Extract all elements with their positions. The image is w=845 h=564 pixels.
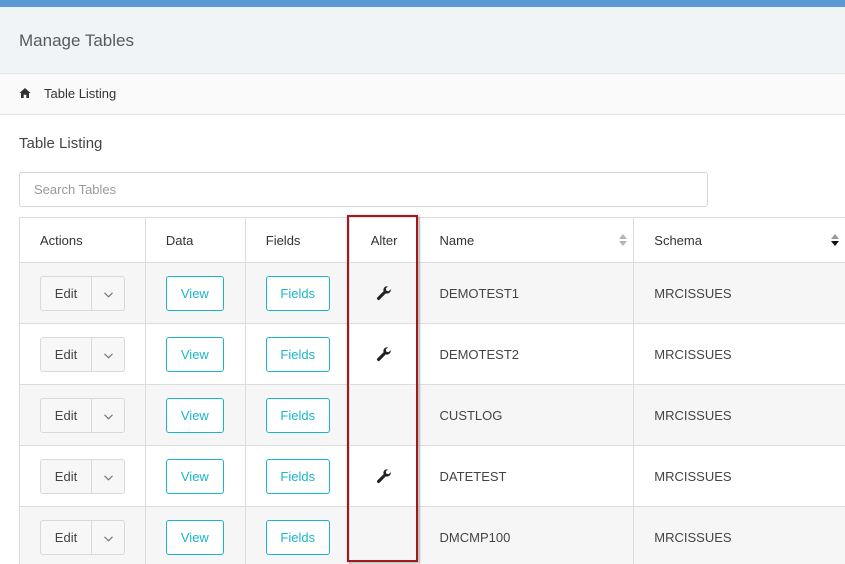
edit-button[interactable]: Edit <box>41 520 92 554</box>
page-title: Manage Tables <box>19 31 134 50</box>
table-row: Edit View Fields DEMOTEST1 MRCISSUES <box>20 263 845 324</box>
chevron-down-icon <box>103 286 113 301</box>
alter-cell <box>350 263 420 323</box>
actions-cell: Edit <box>20 263 146 323</box>
edit-dropdown-toggle[interactable] <box>92 460 124 493</box>
column-header-actions: Actions <box>20 218 146 262</box>
table-schema: MRCISSUES <box>654 468 732 484</box>
section-title: Table Listing <box>19 135 103 152</box>
wrench-icon[interactable] <box>376 346 392 362</box>
fields-cell: Fields <box>246 507 350 564</box>
edit-dropdown-toggle[interactable] <box>92 521 124 554</box>
table-header-row: Actions Data Fields Alter Name Schema <box>20 218 845 263</box>
table-name: DEMOTEST1 <box>420 263 635 323</box>
edit-button[interactable]: Edit <box>41 459 92 493</box>
column-header-schema-label: Schema <box>654 232 702 248</box>
chevron-down-icon <box>103 347 113 362</box>
column-header-data: Data <box>146 218 246 262</box>
breadcrumb-item-table-listing[interactable]: Table Listing <box>44 86 116 101</box>
edit-button-group: Edit <box>40 275 125 311</box>
table-schema: MRCISSUES <box>654 407 732 423</box>
edit-button-group: Edit <box>40 336 125 372</box>
alter-cell <box>350 385 420 445</box>
table-name: DATETEST <box>420 446 635 506</box>
fields-button[interactable]: Fields <box>265 336 330 372</box>
sort-desc-icon[interactable] <box>831 234 840 247</box>
view-button[interactable]: View <box>165 336 224 372</box>
column-header-fields: Fields <box>246 218 350 262</box>
fields-button[interactable]: Fields <box>265 458 330 494</box>
data-cell: View <box>146 263 246 323</box>
search-input[interactable] <box>19 172 708 207</box>
chevron-down-icon <box>103 469 113 484</box>
edit-button[interactable]: Edit <box>41 337 92 371</box>
table-name: CUSTLOG <box>420 385 635 445</box>
table-row: Edit View Fields CUSTLOG MRCISSUES <box>20 385 845 446</box>
fields-cell: Fields <box>246 385 350 445</box>
column-header-name[interactable]: Name <box>420 218 635 262</box>
data-cell: View <box>146 324 246 384</box>
view-button[interactable]: View <box>165 275 224 311</box>
actions-cell: Edit <box>20 446 146 506</box>
fields-button[interactable]: Fields <box>265 519 330 555</box>
table-schema: MRCISSUES <box>654 285 732 301</box>
page-header: Manage Tables <box>0 7 845 74</box>
chevron-down-icon <box>103 530 113 545</box>
tables-grid: Actions Data Fields Alter Name Schema Ed… <box>19 217 845 564</box>
wrench-icon[interactable] <box>376 285 392 301</box>
chevron-down-icon <box>103 408 113 423</box>
fields-button[interactable]: Fields <box>265 275 330 311</box>
table-row: Edit View Fields DEMOTEST2 MRCISSUES <box>20 324 845 385</box>
edit-dropdown-toggle[interactable] <box>92 338 124 371</box>
fields-cell: Fields <box>246 263 350 323</box>
table-schema: MRCISSUES <box>654 529 732 545</box>
breadcrumb: Table Listing <box>0 74 845 115</box>
fields-cell: Fields <box>246 446 350 506</box>
column-header-name-label: Name <box>439 232 475 248</box>
data-cell: View <box>146 507 246 564</box>
actions-cell: Edit <box>20 507 146 564</box>
data-cell: View <box>146 385 246 445</box>
sort-icon[interactable] <box>619 234 628 247</box>
actions-cell: Edit <box>20 385 146 445</box>
column-header-schema[interactable]: Schema <box>634 218 845 262</box>
home-icon[interactable] <box>19 87 31 99</box>
actions-cell: Edit <box>20 324 146 384</box>
view-button[interactable]: View <box>165 458 224 494</box>
column-header-alter: Alter <box>350 218 420 262</box>
alter-cell <box>350 324 420 384</box>
view-button[interactable]: View <box>165 397 224 433</box>
top-accent-bar <box>0 0 845 7</box>
edit-button[interactable]: Edit <box>41 398 92 432</box>
edit-button-group: Edit <box>40 519 125 555</box>
table-row: Edit View Fields DATETEST MRCISSUES <box>20 446 845 507</box>
alter-cell <box>350 507 420 564</box>
table-schema: MRCISSUES <box>654 346 732 362</box>
alter-cell <box>350 446 420 506</box>
view-button[interactable]: View <box>165 519 224 555</box>
edit-button-group: Edit <box>40 458 125 494</box>
table-name: DEMOTEST2 <box>420 324 635 384</box>
edit-dropdown-toggle[interactable] <box>92 277 124 310</box>
edit-button[interactable]: Edit <box>41 276 92 310</box>
fields-button[interactable]: Fields <box>265 397 330 433</box>
table-row: Edit View Fields DMCMP100 MRCISSUES <box>20 507 845 564</box>
edit-button-group: Edit <box>40 397 125 433</box>
wrench-icon[interactable] <box>376 468 392 484</box>
data-cell: View <box>146 446 246 506</box>
fields-cell: Fields <box>246 324 350 384</box>
table-name: DMCMP100 <box>420 507 635 564</box>
edit-dropdown-toggle[interactable] <box>92 399 124 432</box>
